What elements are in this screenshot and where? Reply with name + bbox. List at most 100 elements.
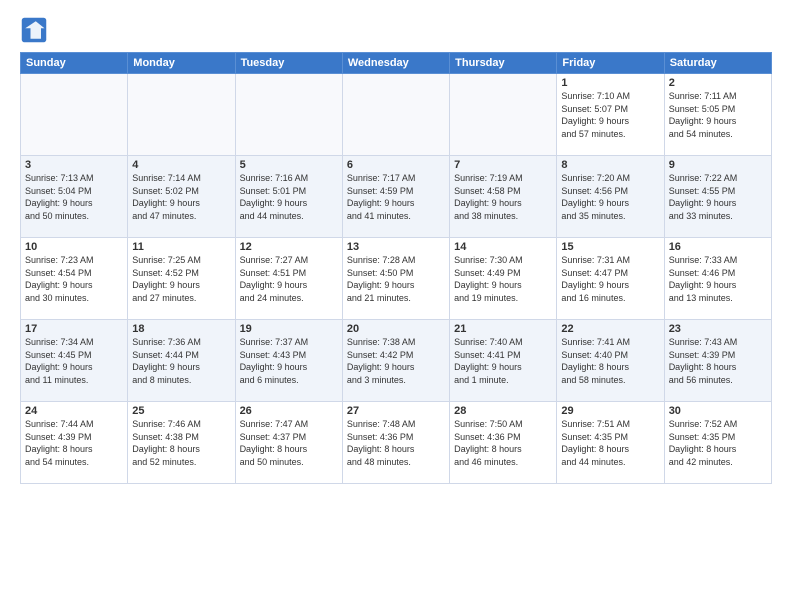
day-info: Sunrise: 7:14 AM Sunset: 5:02 PM Dayligh… [132,172,230,222]
weekday-header-monday: Monday [128,53,235,74]
day-info: Sunrise: 7:28 AM Sunset: 4:50 PM Dayligh… [347,254,445,304]
day-number: 3 [25,159,123,171]
day-info: Sunrise: 7:41 AM Sunset: 4:40 PM Dayligh… [561,336,659,386]
calendar-cell: 26Sunrise: 7:47 AM Sunset: 4:37 PM Dayli… [235,402,342,484]
logo [20,16,52,44]
day-number: 10 [25,241,123,253]
calendar-cell [235,74,342,156]
calendar-cell: 11Sunrise: 7:25 AM Sunset: 4:52 PM Dayli… [128,238,235,320]
calendar-cell: 3Sunrise: 7:13 AM Sunset: 5:04 PM Daylig… [21,156,128,238]
day-number: 30 [669,405,767,417]
day-info: Sunrise: 7:40 AM Sunset: 4:41 PM Dayligh… [454,336,552,386]
day-info: Sunrise: 7:23 AM Sunset: 4:54 PM Dayligh… [25,254,123,304]
calendar-cell: 28Sunrise: 7:50 AM Sunset: 4:36 PM Dayli… [450,402,557,484]
calendar-cell: 4Sunrise: 7:14 AM Sunset: 5:02 PM Daylig… [128,156,235,238]
day-info: Sunrise: 7:37 AM Sunset: 4:43 PM Dayligh… [240,336,338,386]
day-info: Sunrise: 7:52 AM Sunset: 4:35 PM Dayligh… [669,418,767,468]
day-info: Sunrise: 7:10 AM Sunset: 5:07 PM Dayligh… [561,90,659,140]
day-number: 18 [132,323,230,335]
calendar-cell: 2Sunrise: 7:11 AM Sunset: 5:05 PM Daylig… [664,74,771,156]
weekday-header-tuesday: Tuesday [235,53,342,74]
day-info: Sunrise: 7:36 AM Sunset: 4:44 PM Dayligh… [132,336,230,386]
day-info: Sunrise: 7:17 AM Sunset: 4:59 PM Dayligh… [347,172,445,222]
calendar-cell: 24Sunrise: 7:44 AM Sunset: 4:39 PM Dayli… [21,402,128,484]
calendar-week-0: 1Sunrise: 7:10 AM Sunset: 5:07 PM Daylig… [21,74,772,156]
day-number: 15 [561,241,659,253]
day-info: Sunrise: 7:22 AM Sunset: 4:55 PM Dayligh… [669,172,767,222]
day-info: Sunrise: 7:13 AM Sunset: 5:04 PM Dayligh… [25,172,123,222]
day-number: 21 [454,323,552,335]
weekday-header-wednesday: Wednesday [342,53,449,74]
day-info: Sunrise: 7:43 AM Sunset: 4:39 PM Dayligh… [669,336,767,386]
calendar-cell: 21Sunrise: 7:40 AM Sunset: 4:41 PM Dayli… [450,320,557,402]
day-info: Sunrise: 7:48 AM Sunset: 4:36 PM Dayligh… [347,418,445,468]
day-info: Sunrise: 7:47 AM Sunset: 4:37 PM Dayligh… [240,418,338,468]
day-info: Sunrise: 7:11 AM Sunset: 5:05 PM Dayligh… [669,90,767,140]
day-info: Sunrise: 7:20 AM Sunset: 4:56 PM Dayligh… [561,172,659,222]
day-number: 1 [561,77,659,89]
day-number: 8 [561,159,659,171]
day-number: 29 [561,405,659,417]
weekday-header-friday: Friday [557,53,664,74]
day-info: Sunrise: 7:46 AM Sunset: 4:38 PM Dayligh… [132,418,230,468]
day-number: 19 [240,323,338,335]
day-info: Sunrise: 7:16 AM Sunset: 5:01 PM Dayligh… [240,172,338,222]
header [20,16,772,44]
day-number: 22 [561,323,659,335]
day-number: 16 [669,241,767,253]
day-info: Sunrise: 7:19 AM Sunset: 4:58 PM Dayligh… [454,172,552,222]
calendar-cell: 22Sunrise: 7:41 AM Sunset: 4:40 PM Dayli… [557,320,664,402]
day-number: 20 [347,323,445,335]
calendar-cell: 27Sunrise: 7:48 AM Sunset: 4:36 PM Dayli… [342,402,449,484]
calendar-cell: 5Sunrise: 7:16 AM Sunset: 5:01 PM Daylig… [235,156,342,238]
calendar-header: SundayMondayTuesdayWednesdayThursdayFrid… [21,53,772,74]
calendar-week-4: 24Sunrise: 7:44 AM Sunset: 4:39 PM Dayli… [21,402,772,484]
calendar-cell: 1Sunrise: 7:10 AM Sunset: 5:07 PM Daylig… [557,74,664,156]
calendar-cell: 13Sunrise: 7:28 AM Sunset: 4:50 PM Dayli… [342,238,449,320]
day-number: 14 [454,241,552,253]
day-info: Sunrise: 7:27 AM Sunset: 4:51 PM Dayligh… [240,254,338,304]
calendar-cell: 6Sunrise: 7:17 AM Sunset: 4:59 PM Daylig… [342,156,449,238]
calendar-cell: 8Sunrise: 7:20 AM Sunset: 4:56 PM Daylig… [557,156,664,238]
day-number: 2 [669,77,767,89]
calendar-table: SundayMondayTuesdayWednesdayThursdayFrid… [20,52,772,484]
day-info: Sunrise: 7:25 AM Sunset: 4:52 PM Dayligh… [132,254,230,304]
calendar-cell: 9Sunrise: 7:22 AM Sunset: 4:55 PM Daylig… [664,156,771,238]
weekday-header-sunday: Sunday [21,53,128,74]
calendar-cell: 16Sunrise: 7:33 AM Sunset: 4:46 PM Dayli… [664,238,771,320]
day-number: 28 [454,405,552,417]
calendar-body: 1Sunrise: 7:10 AM Sunset: 5:07 PM Daylig… [21,74,772,484]
day-info: Sunrise: 7:31 AM Sunset: 4:47 PM Dayligh… [561,254,659,304]
day-number: 9 [669,159,767,171]
day-number: 7 [454,159,552,171]
calendar-cell: 14Sunrise: 7:30 AM Sunset: 4:49 PM Dayli… [450,238,557,320]
calendar-cell [21,74,128,156]
page: SundayMondayTuesdayWednesdayThursdayFrid… [0,0,792,612]
weekday-header-saturday: Saturday [664,53,771,74]
day-number: 6 [347,159,445,171]
day-number: 24 [25,405,123,417]
day-info: Sunrise: 7:51 AM Sunset: 4:35 PM Dayligh… [561,418,659,468]
day-number: 17 [25,323,123,335]
calendar-cell [128,74,235,156]
calendar-cell: 19Sunrise: 7:37 AM Sunset: 4:43 PM Dayli… [235,320,342,402]
day-info: Sunrise: 7:38 AM Sunset: 4:42 PM Dayligh… [347,336,445,386]
calendar-cell: 12Sunrise: 7:27 AM Sunset: 4:51 PM Dayli… [235,238,342,320]
calendar-cell: 15Sunrise: 7:31 AM Sunset: 4:47 PM Dayli… [557,238,664,320]
calendar-cell: 20Sunrise: 7:38 AM Sunset: 4:42 PM Dayli… [342,320,449,402]
calendar-cell: 18Sunrise: 7:36 AM Sunset: 4:44 PM Dayli… [128,320,235,402]
day-info: Sunrise: 7:34 AM Sunset: 4:45 PM Dayligh… [25,336,123,386]
day-info: Sunrise: 7:50 AM Sunset: 4:36 PM Dayligh… [454,418,552,468]
day-info: Sunrise: 7:33 AM Sunset: 4:46 PM Dayligh… [669,254,767,304]
day-number: 12 [240,241,338,253]
calendar-week-1: 3Sunrise: 7:13 AM Sunset: 5:04 PM Daylig… [21,156,772,238]
day-number: 5 [240,159,338,171]
calendar-cell: 30Sunrise: 7:52 AM Sunset: 4:35 PM Dayli… [664,402,771,484]
calendar-cell: 29Sunrise: 7:51 AM Sunset: 4:35 PM Dayli… [557,402,664,484]
calendar-week-3: 17Sunrise: 7:34 AM Sunset: 4:45 PM Dayli… [21,320,772,402]
day-number: 26 [240,405,338,417]
day-info: Sunrise: 7:44 AM Sunset: 4:39 PM Dayligh… [25,418,123,468]
logo-icon [20,16,48,44]
day-number: 23 [669,323,767,335]
day-number: 11 [132,241,230,253]
